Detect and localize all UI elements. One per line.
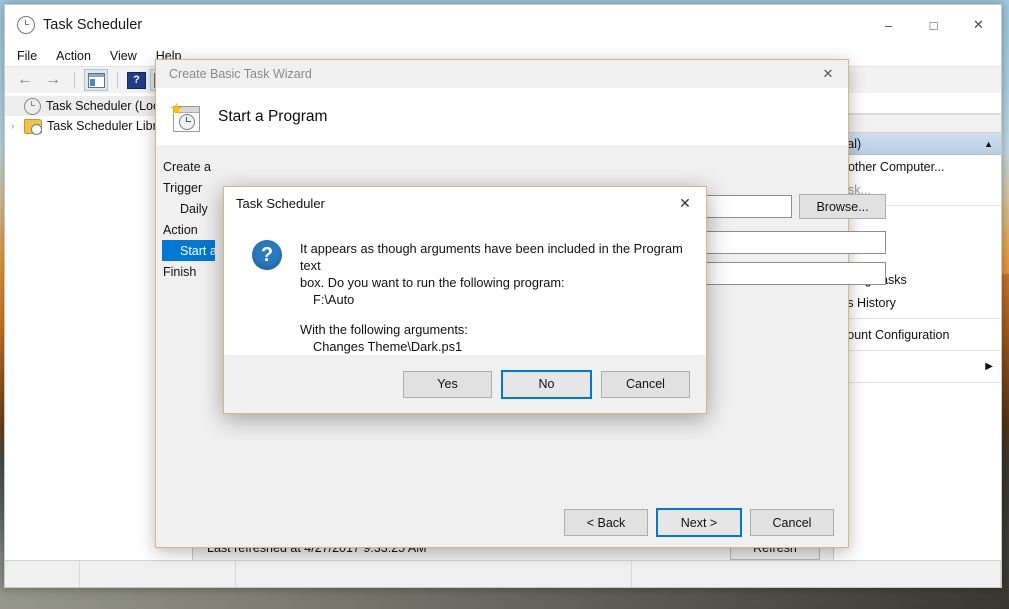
clock-icon xyxy=(24,97,41,115)
back-button[interactable]: < Back xyxy=(564,509,648,536)
dialog-cancel-button[interactable]: Cancel xyxy=(601,370,690,398)
dialog-arguments: Changes Theme\Dark.ps1 xyxy=(313,339,463,354)
menu-item-action[interactable]: Action xyxy=(56,49,91,63)
dialog-body: ? It appears as though arguments have be… xyxy=(224,220,706,355)
window-controls: – □ ✕ xyxy=(866,5,1001,45)
action-submenu[interactable]: ▶ xyxy=(834,355,1001,378)
chevron-right-icon[interactable]: › xyxy=(11,121,24,132)
forward-arrow-icon[interactable]: → xyxy=(41,70,65,90)
back-arrow-icon[interactable]: ← xyxy=(13,70,37,90)
title-bar: Task Scheduler – □ ✕ xyxy=(5,5,1001,45)
action-connect-another-computer[interactable]: nother Computer... xyxy=(834,155,1001,178)
toolbar-separator-2 xyxy=(117,71,118,89)
toolbar-separator xyxy=(74,71,75,89)
wizard-header: Start a Program xyxy=(156,88,848,146)
dialog-message-line1: It appears as though arguments have been… xyxy=(300,241,683,273)
wizard-step-finish[interactable]: Finish xyxy=(162,261,215,282)
dialog-message-line3: With the following arguments: xyxy=(300,322,468,337)
help-icon[interactable]: ? xyxy=(127,71,146,89)
chevron-right-icon[interactable]: ▶ xyxy=(985,361,993,372)
dialog-message-line2: box. Do you want to run the following pr… xyxy=(300,275,565,290)
close-icon[interactable]: ✕ xyxy=(664,187,706,220)
wizard-step-create-a-basic-task[interactable]: Create a Basic Task xyxy=(162,156,274,177)
page-title: Task Scheduler xyxy=(43,17,143,33)
chevron-up-icon[interactable]: ▲ xyxy=(984,139,993,149)
actions-separator-4 xyxy=(834,382,1001,383)
dialog-title-bar: Task Scheduler ✕ xyxy=(224,187,706,220)
action-as-account-configuration[interactable]: count Configuration xyxy=(834,323,1001,346)
status-cell-1 xyxy=(5,561,80,587)
menu-item-view[interactable]: View xyxy=(110,49,137,63)
clock-icon xyxy=(17,16,35,34)
wizard-title: Create Basic Task Wizard xyxy=(169,67,312,81)
dialog-message: It appears as though arguments have been… xyxy=(300,240,688,355)
wizard-step-daily[interactable]: Daily xyxy=(162,198,215,219)
show-left-pane-icon[interactable] xyxy=(84,69,108,91)
dialog-title: Task Scheduler xyxy=(236,196,325,211)
action-enable-all-tasks-history[interactable]: ks History xyxy=(834,291,1001,314)
status-cell-2 xyxy=(80,561,236,587)
task-scheduler-dialog: Task Scheduler ✕ ? It appears as though … xyxy=(223,186,707,414)
wizard-step-list: Create a Basic Task Trigger Daily Action… xyxy=(156,145,274,498)
tree-item-label: Task Scheduler Libr xyxy=(47,119,157,133)
minimize-button[interactable]: – xyxy=(866,5,911,45)
wizard-heading: Start a Program xyxy=(218,107,328,125)
status-bar xyxy=(5,560,1001,587)
question-icon: ? xyxy=(252,240,282,270)
wizard-footer: < Back Next > Cancel xyxy=(156,498,848,547)
maximize-button[interactable]: □ xyxy=(911,5,956,45)
actions-pane-header xyxy=(834,93,1001,114)
folder-clock-icon xyxy=(24,118,42,135)
dialog-message-gap xyxy=(300,308,688,321)
close-button[interactable]: ✕ xyxy=(956,5,1001,45)
dialog-program-path: F:\Auto xyxy=(313,292,355,307)
wizard-step-action[interactable]: Action xyxy=(162,219,215,240)
dialog-footer: Yes No Cancel xyxy=(224,355,706,413)
actions-separator-2 xyxy=(834,318,1001,319)
actions-separator-3 xyxy=(834,350,1001,351)
calendar-clock-star-icon xyxy=(170,102,200,132)
actions-group-header[interactable]: cal) ▲ xyxy=(834,133,1001,155)
status-cell-4 xyxy=(632,561,1001,587)
next-button[interactable]: Next > xyxy=(656,508,742,537)
menu-item-file[interactable]: File xyxy=(17,49,37,63)
wizard-step-trigger[interactable]: Trigger xyxy=(162,177,215,198)
wizard-title-bar: Create Basic Task Wizard ✕ xyxy=(156,60,848,88)
actions-pane: cal) ▲ nother Computer... ask... nning T… xyxy=(833,93,1001,561)
no-button[interactable]: No xyxy=(501,369,592,399)
status-cell-3 xyxy=(236,561,632,587)
browse-button[interactable]: Browse... xyxy=(799,194,886,219)
actions-pane-toolbar xyxy=(834,114,1001,133)
yes-button[interactable]: Yes xyxy=(403,370,492,398)
close-icon[interactable]: ✕ xyxy=(808,60,848,88)
cancel-button[interactable]: Cancel xyxy=(750,509,834,536)
